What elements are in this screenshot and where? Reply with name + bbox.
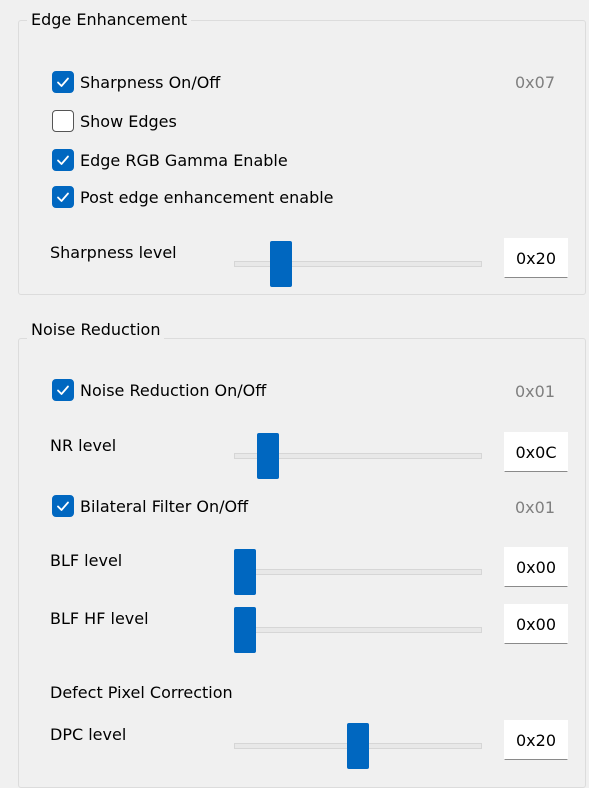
bilateral-filter-onoff-label: Bilateral Filter On/Off [80, 496, 249, 516]
noise-reduction-title: Noise Reduction [27, 320, 165, 339]
slider-thumb[interactable] [234, 607, 256, 653]
slider-thumb[interactable] [347, 723, 369, 769]
nr-level-label: NR level [50, 436, 117, 455]
post-edge-enhancement-checkbox[interactable]: Post edge enhancement enable [52, 186, 334, 208]
sharpness-onoff-value: 0x07 [515, 73, 556, 92]
dpc-level-label: DPC level [50, 725, 127, 744]
blf-hf-level-label: BLF HF level [50, 609, 149, 628]
slider-thumb[interactable] [257, 433, 279, 479]
dpc-level-value[interactable]: 0x20 [504, 720, 568, 760]
bilateral-filter-onoff-checkbox[interactable]: Bilateral Filter On/Off [52, 495, 248, 517]
checkbox-icon [52, 495, 74, 517]
post-edge-enhancement-label: Post edge enhancement enable [80, 187, 334, 207]
bilateral-filter-onoff-value: 0x01 [515, 498, 556, 517]
show-edges-checkbox[interactable]: Show Edges [52, 110, 177, 132]
edge-rgb-gamma-label: Edge RGB Gamma Enable [80, 150, 288, 170]
checkbox-icon [52, 110, 74, 132]
sharpness-level-slider[interactable] [234, 241, 482, 287]
blf-hf-level-value[interactable]: 0x00 [504, 604, 568, 644]
edge-rgb-gamma-checkbox[interactable]: Edge RGB Gamma Enable [52, 149, 288, 171]
noise-reduction-onoff-label: Noise Reduction On/Off [80, 380, 267, 400]
show-edges-label: Show Edges [80, 111, 177, 131]
slider-track [234, 569, 482, 575]
checkbox-icon [52, 149, 74, 171]
slider-track [234, 627, 482, 633]
edge-enhancement-title: Edge Enhancement [27, 10, 192, 29]
blf-level-value[interactable]: 0x00 [504, 547, 568, 587]
noise-reduction-onoff-value: 0x01 [515, 382, 556, 401]
slider-thumb[interactable] [270, 241, 292, 287]
defect-pixel-correction-title: Defect Pixel Correction [50, 683, 233, 702]
nr-level-value[interactable]: 0x0C [504, 432, 568, 472]
checkbox-icon [52, 186, 74, 208]
sharpness-onoff-checkbox[interactable]: Sharpness On/Off [52, 71, 220, 93]
blf-level-label: BLF level [50, 551, 123, 570]
nr-level-slider[interactable] [234, 433, 482, 479]
blf-level-slider[interactable] [234, 549, 482, 595]
noise-reduction-onoff-checkbox[interactable]: Noise Reduction On/Off [52, 379, 266, 401]
sharpness-onoff-label: Sharpness On/Off [80, 72, 221, 92]
blf-hf-level-slider[interactable] [234, 607, 482, 653]
dpc-level-slider[interactable] [234, 723, 482, 769]
slider-thumb[interactable] [234, 549, 256, 595]
sharpness-level-label: Sharpness level [50, 243, 177, 262]
checkbox-icon [52, 71, 74, 93]
checkbox-icon [52, 379, 74, 401]
sharpness-level-value[interactable]: 0x20 [504, 238, 568, 278]
